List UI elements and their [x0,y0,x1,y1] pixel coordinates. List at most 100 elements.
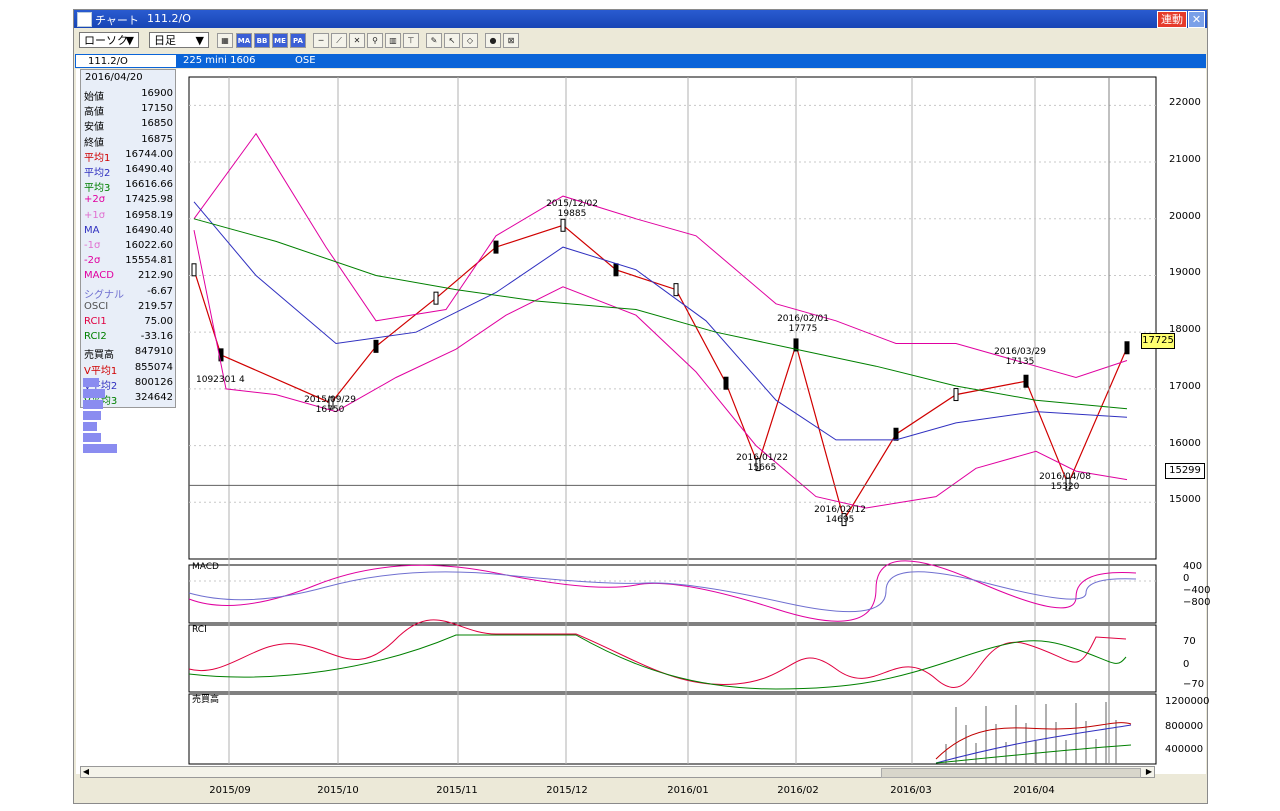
info-key: -2σ [84,255,101,267]
info-value: 324642 [134,392,173,403]
scroll-left-icon[interactable]: ◀ [81,767,91,777]
info-value: 15554.81 [125,255,173,267]
eraser-icon[interactable]: ◇ [462,33,478,48]
chart-canvas[interactable] [76,69,1206,774]
info-row: -2σ 15554.81 [83,254,175,269]
info-value: 219.57 [138,300,173,312]
period-dropdown[interactable]: 日足 ▼ [149,32,209,48]
macd-pane [188,564,1157,624]
info-key: 高値 [84,107,104,119]
info-value: 75.00 [144,316,173,327]
chevron-down-icon: ▼ [125,34,134,47]
candle [755,458,761,472]
info-key: RCI2 [84,331,107,343]
date-axis-label: 2015/11 [436,785,478,796]
current-price-badge: 17725 [1141,333,1175,349]
info-row: 終値 16875 [83,133,175,149]
candle [613,263,619,277]
ruler-icon[interactable]: ▥ [385,33,401,48]
info-value: -6.67 [147,285,173,297]
horizontal-line-icon[interactable]: ─ [313,33,329,48]
candle [1124,341,1130,355]
info-value: 16958.19 [125,209,173,221]
info-value: 212.90 [138,270,173,282]
info-row: 平均2 16490.40 [83,163,175,179]
date-axis: 2015/09 2015/10 2015/11 2015/12 2016/01 2016/… [74,781,1207,801]
info-row: V平均2 800126 [83,376,175,392]
date-axis-label: 2015/12 [546,785,588,796]
ohlc-info-panel: 2016/04/20 始値 16900 高値 17150 安値 16850 終値 16875 平… [80,69,176,408]
info-value: 16490.40 [125,224,173,236]
chart-window: チャート 111.2/O 連動 ✕ ローソク ▼ 日足 ▼ ▦ MA BB ME… [73,9,1208,804]
chart-type-dropdown[interactable]: ローソク ▼ [79,32,139,48]
color-palette-icon[interactable]: ● [485,33,501,48]
pen-icon[interactable]: ✎ [426,33,442,48]
fibonacci-icon[interactable]: ✕ [349,33,365,48]
horizontal-scrollbar[interactable]: ◀ ▶ [80,766,1155,778]
bb-button[interactable]: BB [254,33,270,48]
info-key: 終値 [84,137,104,149]
period-value: 日足 [154,34,176,47]
info-key: V平均2 [84,380,118,392]
info-row: V平均3 324642 [83,391,175,407]
info-value: 17150 [141,103,173,115]
info-key: V平均3 [84,396,118,407]
close-icon[interactable]: ✕ [1188,11,1205,28]
info-key: 平均2 [84,168,111,179]
delete-drawing-icon[interactable]: ⊠ [503,33,519,48]
candle [373,339,379,353]
info-value: 16490.40 [125,164,173,175]
info-row: 平均1 16744.00 [83,148,175,164]
info-row: -1σ 16022.60 [83,239,175,254]
chart-area[interactable] [76,69,1206,774]
candle [841,513,847,527]
info-value: 16616.66 [125,179,173,191]
toolbar: ローソク ▼ 日足 ▼ ▦ MA BB ME PA ─ ⟋ ✕ ⚲ ▥ ⊤ ✎ … [74,30,1207,52]
price-pane [188,76,1157,560]
date-axis-label: 2015/09 [209,785,251,796]
candle [433,291,439,305]
date-axis-label: 2015/10 [317,785,359,796]
trend-line-icon[interactable]: ⟋ [331,33,347,48]
window-code-title: 111.2/O [147,12,191,25]
chart-type-value: ローソク [84,34,128,47]
candle [191,263,197,277]
date-axis-label: 2016/01 [667,785,709,796]
candle [953,388,959,402]
pointer-icon[interactable]: ↖ [444,33,460,48]
pa-button[interactable]: PA [290,33,306,48]
symbol-code-input[interactable]: 111.2/O [75,54,177,68]
info-row: MA 16490.40 [83,224,175,239]
info-key: 売買高 [84,350,114,362]
zoom-icon[interactable]: ⚲ [367,33,383,48]
info-row: OSCI 219.57 [83,300,175,315]
info-key: +1σ [84,209,106,221]
link-button[interactable]: 連動 [1157,11,1187,28]
exchange-name: OSE [295,55,316,66]
ma-button[interactable]: MA [236,33,252,48]
info-value: 16022.60 [125,240,173,251]
window-title: チャート [95,14,139,27]
period-marker-icon[interactable]: ⊤ [403,33,419,48]
candle [328,396,334,410]
info-key: MACD [84,270,114,282]
scroll-right-icon[interactable]: ▶ [1144,767,1154,777]
info-row: 平均3 16616.66 [83,178,175,194]
info-value: 847910 [134,346,173,358]
info-row: +2σ 17425.98 [83,193,175,208]
info-value: 855074 [134,361,173,373]
scroll-thumb[interactable] [881,768,1141,778]
title-bar: チャート 111.2/O 連動 ✕ [74,10,1207,28]
info-row: 高値 17150 [83,102,175,119]
info-row: RCI2 -33.16 [83,330,175,345]
settings-icon[interactable]: ▦ [217,33,233,48]
info-row: 売買高 847910 [83,345,175,362]
symbol-name: 225 mini 1606 [183,55,256,66]
info-key: +2σ [84,194,106,206]
info-row: シグナル -6.67 [83,285,175,301]
me-button[interactable]: ME [272,33,288,48]
candle [493,240,499,254]
info-row: 安値 16850 [83,117,175,133]
info-key: 始値 [84,92,104,103]
info-value: 16850 [141,118,173,130]
